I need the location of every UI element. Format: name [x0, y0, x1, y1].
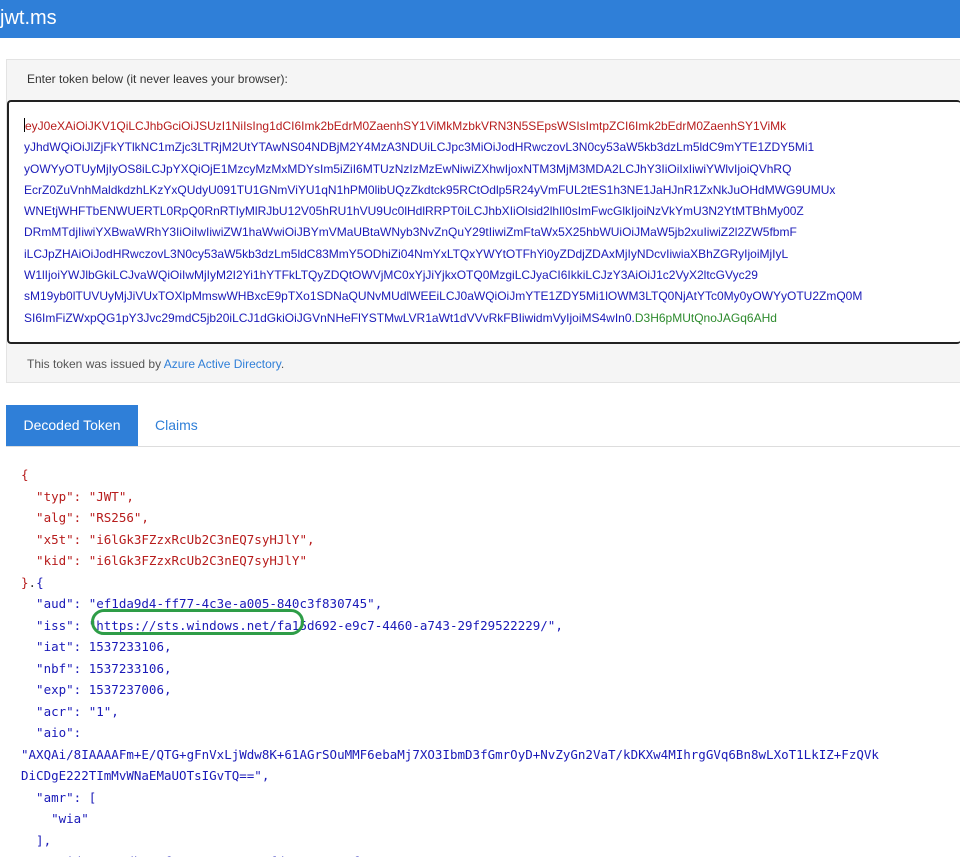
- issuer-link[interactable]: Azure Active Directory: [164, 357, 281, 371]
- token-line: yJhdWQiOiJlZjFkYTlkNC1mZjc3LTRjM2UtYTAwN…: [24, 137, 862, 158]
- token-segment: iLCJpZHAiOiJodHRwczovL3N0cy53aW5kb3dzLm5…: [24, 246, 789, 261]
- token-line: EcrZ0ZuVnhMaldkdzhLKzYxQUdyU091TU1GNmViY…: [24, 180, 862, 201]
- json-line: DiCDgE222TImMvWNaEMaUOTsIGvTQ==",: [21, 765, 879, 787]
- json-line: "amr": [: [21, 787, 879, 809]
- token-textarea[interactable]: eyJ0eXAiOiJKV1QiLCJhbGciOiJSUzI1NiIsIng1…: [7, 100, 960, 344]
- json-token: "kid": "i6lGk3FZzxRcUb2C3nEQ7syHJlY": [21, 553, 307, 568]
- json-token: "acr": "1",: [21, 703, 119, 719]
- decoded-json: { "typ": "JWT", "alg": "RS256", "x5t": "…: [21, 464, 879, 857]
- json-token: "wia": [21, 811, 89, 826]
- json-line: }.{: [21, 572, 879, 594]
- json-line: "aio":: [21, 722, 879, 744]
- json-line: "typ": "JWT",: [21, 486, 879, 508]
- json-token: ],: [21, 832, 52, 848]
- token-segment: D3H6pMUtQnoJAGq6AHd: [634, 310, 777, 325]
- json-line: "kid": "i6lGk3FZzxRcUb2C3nEQ7syHJlY": [21, 550, 879, 572]
- decoded-token-view: { "typ": "JWT", "alg": "RS256", "x5t": "…: [0, 446, 960, 857]
- issuer-note-prefix: This token was issued by: [27, 357, 164, 371]
- encoded-token-text[interactable]: eyJ0eXAiOiJKV1QiLCJhbGciOiJSUzI1NiIsIng1…: [24, 116, 862, 329]
- json-line: "acr": "1",: [21, 701, 879, 723]
- tab-decoded-token[interactable]: Decoded Token: [6, 405, 138, 446]
- token-segment: yOWYyOTUyMjIyOS8iLCJpYXQiOjE1MzcyMzMxMDY…: [24, 161, 792, 176]
- json-token: {: [36, 574, 44, 590]
- token-segment: W1lIjoiYWJlbGkiLCJvaWQiOiIwMjIyM2I2Yi1hY…: [24, 268, 758, 283]
- app-title[interactable]: jwt.ms: [0, 4, 57, 32]
- token-line: SI6ImFiZWxpQG1pY3Jvc29mdC5jb20iLCJ1dGkiO…: [24, 308, 862, 329]
- issuer-highlight-annotation: [91, 609, 304, 635]
- token-input-panel: Enter token below (it never leaves your …: [6, 59, 960, 383]
- top-bar: jwt.ms: [0, 0, 960, 38]
- result-tabs: Decoded Token Claims: [6, 405, 960, 447]
- json-line: "x5t": "i6lGk3FZzxRcUb2C3nEQ7syHJlY",: [21, 529, 879, 551]
- json-line: ],: [21, 830, 879, 852]
- json-line: "exp": 1537237006,: [21, 679, 879, 701]
- json-token: {: [21, 467, 29, 482]
- json-line: "nbf": 1537233106,: [21, 658, 879, 680]
- token-input-label: Enter token below (it never leaves your …: [27, 72, 288, 86]
- json-token: "nbf": 1537233106,: [21, 660, 172, 676]
- json-token: "aio":: [21, 725, 82, 740]
- json-line: "appid": "75dbe77f-10a3-4e59-85fd-8c1275…: [21, 851, 879, 857]
- token-segment: eyJ0eXAiOiJKV1QiLCJhbGciOiJSUzI1NiIsIng1…: [25, 119, 787, 133]
- json-line: {: [21, 464, 879, 486]
- issuer-note: This token was issued by Azure Active Di…: [27, 357, 284, 371]
- token-line: DRmMTdjIiwiYXBwaWRhY3IiOiIwIiwiZW1haWwiO…: [24, 222, 862, 243]
- token-line: yOWYyOTUyMjIyOS8iLCJpYXQiOjE1MzcyMzMxMDY…: [24, 159, 862, 180]
- json-token: "typ": "JWT",: [21, 488, 134, 504]
- json-token: "exp": 1537237006,: [21, 682, 172, 697]
- token-segment: DRmMTdjIiwiYXBwaWRhY3IiOiIwIiwiZW1haWwiO…: [24, 225, 797, 240]
- json-line: "AXQAi/8IAAAAFm+E/QTG+gFnVxLjWdw8K+61AGr…: [21, 744, 879, 766]
- token-line: eyJ0eXAiOiJKV1QiLCJhbGciOiJSUzI1NiIsIng1…: [24, 116, 862, 137]
- json-token: "x5t": "i6lGk3FZzxRcUb2C3nEQ7syHJlY",: [21, 531, 315, 547]
- token-line: iLCJpZHAiOiJodHRwczovL3N0cy53aW5kb3dzLm5…: [24, 244, 862, 265]
- json-token: "amr": [: [21, 789, 97, 805]
- json-token: "AXQAi/8IAAAAFm+E/QTG+gFnVxLjWdw8K+61AGr…: [21, 746, 879, 762]
- token-line: WNEtjWHFTbENWUERTL0RpQ0RnRTIyMlRJbU12V05…: [24, 201, 862, 222]
- token-segment: EcrZ0ZuVnhMaldkdzhLKzYxQUdyU091TU1GNmViY…: [24, 182, 836, 197]
- token-line: W1lIjoiYWJlbGkiLCJvaWQiOiIwMjIyM2I2Yi1hY…: [24, 265, 862, 286]
- token-segment: WNEtjWHFTbENWUERTL0RpQ0RnRTIyMlRJbU12V05…: [24, 204, 804, 219]
- issuer-note-suffix: .: [280, 357, 285, 371]
- token-segment: SI6ImFiZWxpQG1pY3Jvc29mdC5jb20iLCJ1dGkiO…: [24, 310, 635, 325]
- json-token: "iat": 1537233106,: [21, 639, 172, 654]
- json-token: "alg": "RS256",: [21, 510, 149, 525]
- json-token: }: [21, 574, 29, 590]
- token-line: sM19yb0lTUVUyMjJiVUxTOXlpMmswWHBxcE9pTXo…: [24, 286, 862, 307]
- json-line: "wia": [21, 808, 879, 830]
- tab-claims[interactable]: Claims: [155, 405, 198, 446]
- json-line: "alg": "RS256",: [21, 507, 879, 529]
- json-line: "iat": 1537233106,: [21, 636, 879, 658]
- json-token: DiCDgE222TImMvWNaEMaUOTsIGvTQ==",: [21, 768, 270, 783]
- json-token: .: [28, 574, 37, 590]
- token-segment: yJhdWQiOiJlZjFkYTlkNC1mZjc3LTRjM2UtYTAwN…: [24, 140, 815, 155]
- token-segment: sM19yb0lTUVUyMjJiVUxTOXlpMmswWHBxcE9pTXo…: [24, 289, 863, 304]
